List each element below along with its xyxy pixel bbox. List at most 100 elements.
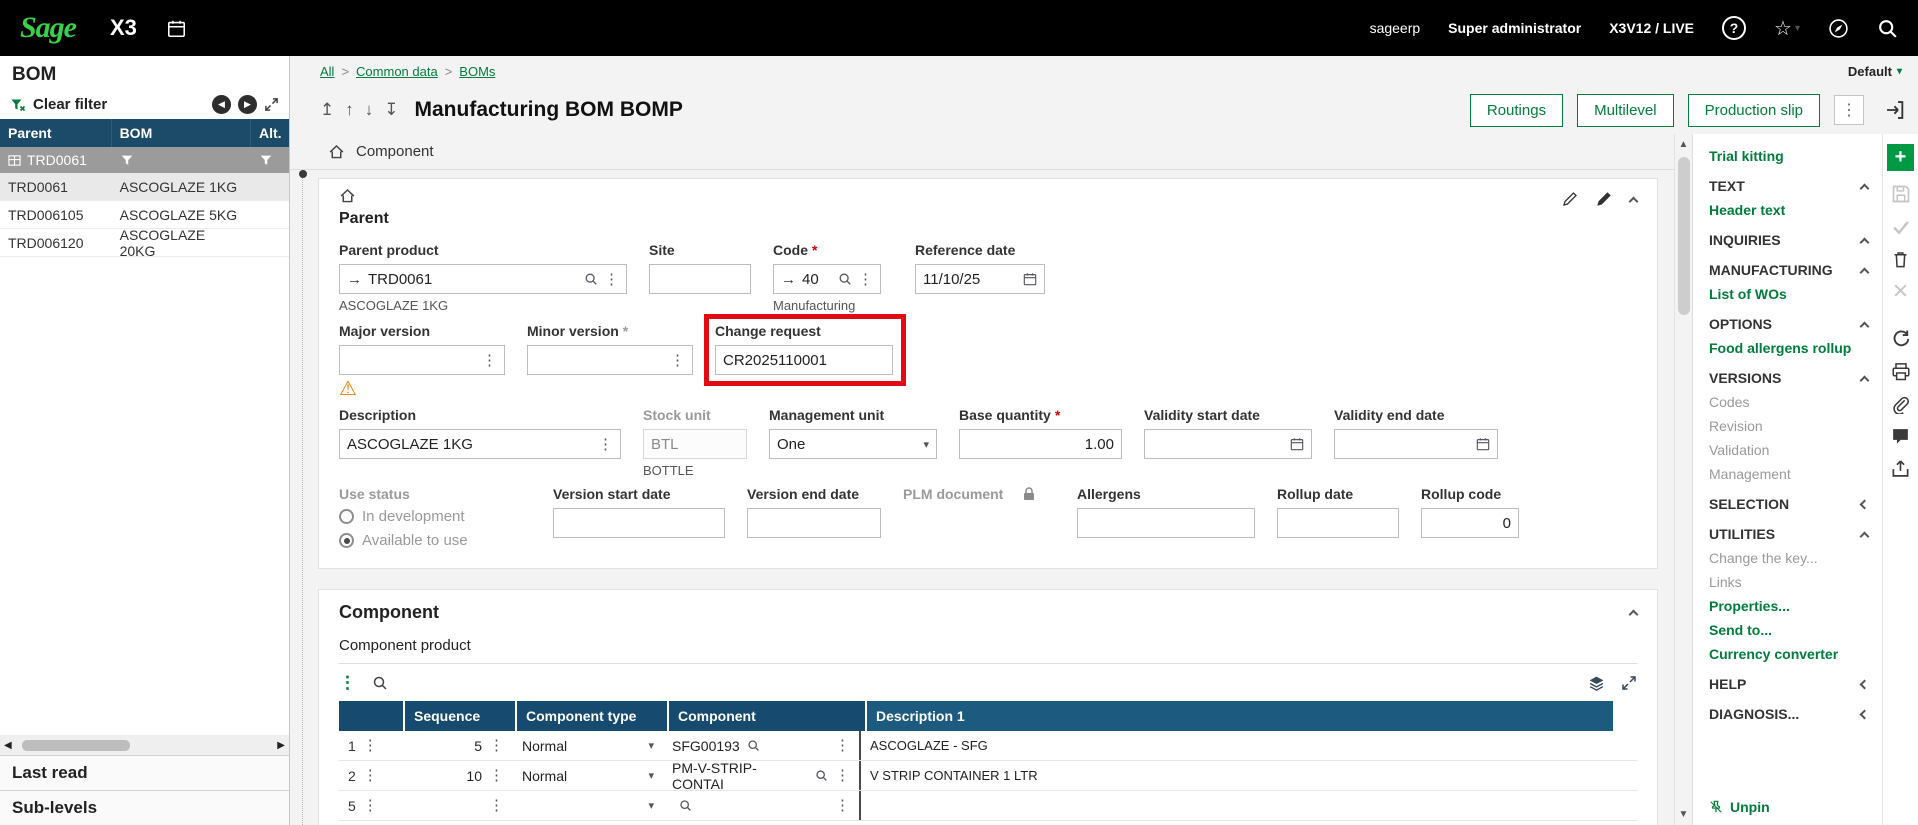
parent-product-input[interactable]: → TRD0061 ⋮ [339,264,627,294]
search-icon[interactable] [1877,18,1898,39]
collapse-section-icon[interactable] [1628,609,1639,620]
selection-section-header[interactable]: SELECTION [1709,492,1872,516]
multilevel-button[interactable]: Multilevel [1577,93,1674,127]
change-request-input[interactable]: CR2025110001 [715,345,893,375]
row-options-icon[interactable]: ⋮ [363,798,378,813]
record-row[interactable]: TRD006120 ASCOGLAZE 20KG [0,227,289,259]
component-type-value[interactable]: Normal [522,768,641,784]
fullscreen-icon[interactable] [1621,675,1637,691]
component-value[interactable]: SFG00193 [672,738,740,754]
field-options-icon[interactable]: ⋮ [482,353,497,368]
component-row[interactable]: 2 ⋮ 10 ⋮ Normal ▾ PM-V-STRIP-CONTAI ⋮ V … [339,760,1637,792]
grid-search-icon[interactable] [372,675,388,691]
layers-icon[interactable] [1588,675,1605,692]
component-row-new[interactable]: 5 ⋮ ⋮ ▾ ⋮ [339,791,1637,821]
filter-funnel-icon[interactable] [259,153,273,167]
management-unit-select[interactable]: One ▾ [769,429,937,459]
options-section-header[interactable]: OPTIONS [1709,312,1872,336]
account-name[interactable]: sageerp [1370,20,1421,36]
currency-converter-link[interactable]: Currency converter [1709,642,1872,666]
first-record-icon[interactable]: ↥ [320,100,334,120]
share-upload-icon[interactable] [1891,459,1910,478]
record-row[interactable]: TRD006105 ASCOGLAZE 5KG [0,201,289,229]
section-home-icon[interactable] [339,187,356,204]
help-icon[interactable]: ? [1722,16,1747,40]
component-type-value[interactable]: Normal [522,738,641,754]
field-options-icon[interactable]: ⋮ [489,738,504,753]
create-new-button[interactable]: + [1887,144,1914,171]
minor-version-input[interactable]: ⋮ [527,345,693,375]
chevron-down-icon[interactable]: ▾ [648,769,654,782]
breadcrumb-boms[interactable]: BOMs [459,64,495,79]
field-options-icon[interactable]: ⋮ [835,798,850,813]
breadcrumb-all[interactable]: All [320,64,334,79]
properties-link[interactable]: Properties... [1709,594,1872,618]
rollup-date-input[interactable] [1277,508,1399,538]
last-read-section[interactable]: Last read [0,755,289,790]
print-icon[interactable] [1891,362,1911,382]
horizontal-scrollbar[interactable]: ◀ ▶ [0,735,289,755]
description-input[interactable]: ASCOGLAZE 1KG ⋮ [339,429,621,459]
description1-value[interactable] [859,791,1613,820]
unpin-button[interactable]: Unpin [1709,799,1872,815]
exit-icon[interactable] [1884,99,1906,121]
calendar-icon[interactable] [1023,272,1037,286]
scrollbar-thumb[interactable] [1677,157,1690,315]
chevron-down-icon[interactable]: ▾ [648,739,654,752]
versions-section-header[interactable]: VERSIONS [1709,366,1872,390]
favorites-icon[interactable]: ☆ ▾ [1774,16,1800,41]
text-section-header[interactable]: TEXT [1709,174,1872,198]
utilities-section-header[interactable]: UTILITIES [1709,522,1872,546]
clear-filter-button[interactable]: Clear filter [33,96,107,113]
scroll-up-icon[interactable]: ▲ [1679,139,1689,150]
filter-funnel-icon[interactable] [120,153,134,167]
field-options-icon[interactable]: ⋮ [598,437,613,452]
next-record-icon[interactable]: ▶ [238,95,257,114]
row-options-icon[interactable]: ⋮ [363,768,378,783]
validity-start-date-input[interactable] [1144,429,1312,459]
scroll-down-icon[interactable]: ▼ [1679,809,1689,820]
column-header-alt[interactable]: Alt. [251,119,289,147]
breadcrumb-common-data[interactable]: Common data [356,64,438,79]
validity-end-date-input[interactable] [1334,429,1498,459]
sub-levels-section[interactable]: Sub-levels [0,790,289,825]
column-header-sequence[interactable]: Sequence [405,701,515,731]
home-icon[interactable] [328,143,345,160]
collapse-section-icon[interactable] [1628,196,1639,206]
filter-value[interactable]: TRD0061 [27,152,87,168]
help-section-header[interactable]: HELP [1709,672,1872,696]
edit-pencil-icon[interactable] [1596,191,1612,207]
next-record-icon[interactable]: ↓ [365,100,374,120]
calendar-icon[interactable] [1290,437,1304,451]
lookup-icon[interactable] [679,799,692,812]
more-actions-button[interactable]: ⋮ [1834,95,1864,125]
grid-actions-icon[interactable]: ⋮ [339,673,356,693]
field-options-icon[interactable]: ⋮ [670,353,685,368]
version-start-date-input[interactable] [553,508,725,538]
site-input[interactable] [649,264,751,294]
jump-to-icon[interactable]: → [781,271,796,288]
component-value[interactable]: PM-V-STRIP-CONTAI [672,760,808,792]
code-input[interactable]: → 40 ⋮ [773,264,881,294]
attachment-paperclip-icon[interactable] [1891,395,1910,414]
previous-record-icon[interactable]: ↑ [345,100,354,120]
field-options-icon[interactable]: ⋮ [489,768,504,783]
chevron-down-icon[interactable]: ▾ [648,799,654,812]
scrollbar-thumb[interactable] [22,739,130,751]
field-options-icon[interactable]: ⋮ [604,272,619,287]
field-options-icon[interactable]: ⋮ [835,738,850,753]
column-header-parent[interactable]: Parent [0,119,112,147]
lookup-icon[interactable] [838,272,852,286]
sequence-value[interactable]: 5 [474,738,482,754]
user-name[interactable]: Super administrator [1448,20,1581,36]
column-header-bom[interactable]: BOM [111,119,251,147]
lookup-icon[interactable] [815,769,828,782]
version-end-date-input[interactable] [747,508,881,538]
annotate-pen-icon[interactable] [1562,191,1578,207]
routings-button[interactable]: Routings [1469,93,1564,127]
diagnosis-section-header[interactable]: DIAGNOSIS... [1709,702,1872,726]
field-options-icon[interactable]: ⋮ [489,798,504,813]
refresh-icon[interactable] [1891,329,1911,349]
previous-record-icon[interactable]: ◀ [212,95,231,114]
component-row[interactable]: 1 ⋮ 5 ⋮ Normal ▾ SFG00193 ⋮ ASCOGLAZE - … [339,731,1637,761]
